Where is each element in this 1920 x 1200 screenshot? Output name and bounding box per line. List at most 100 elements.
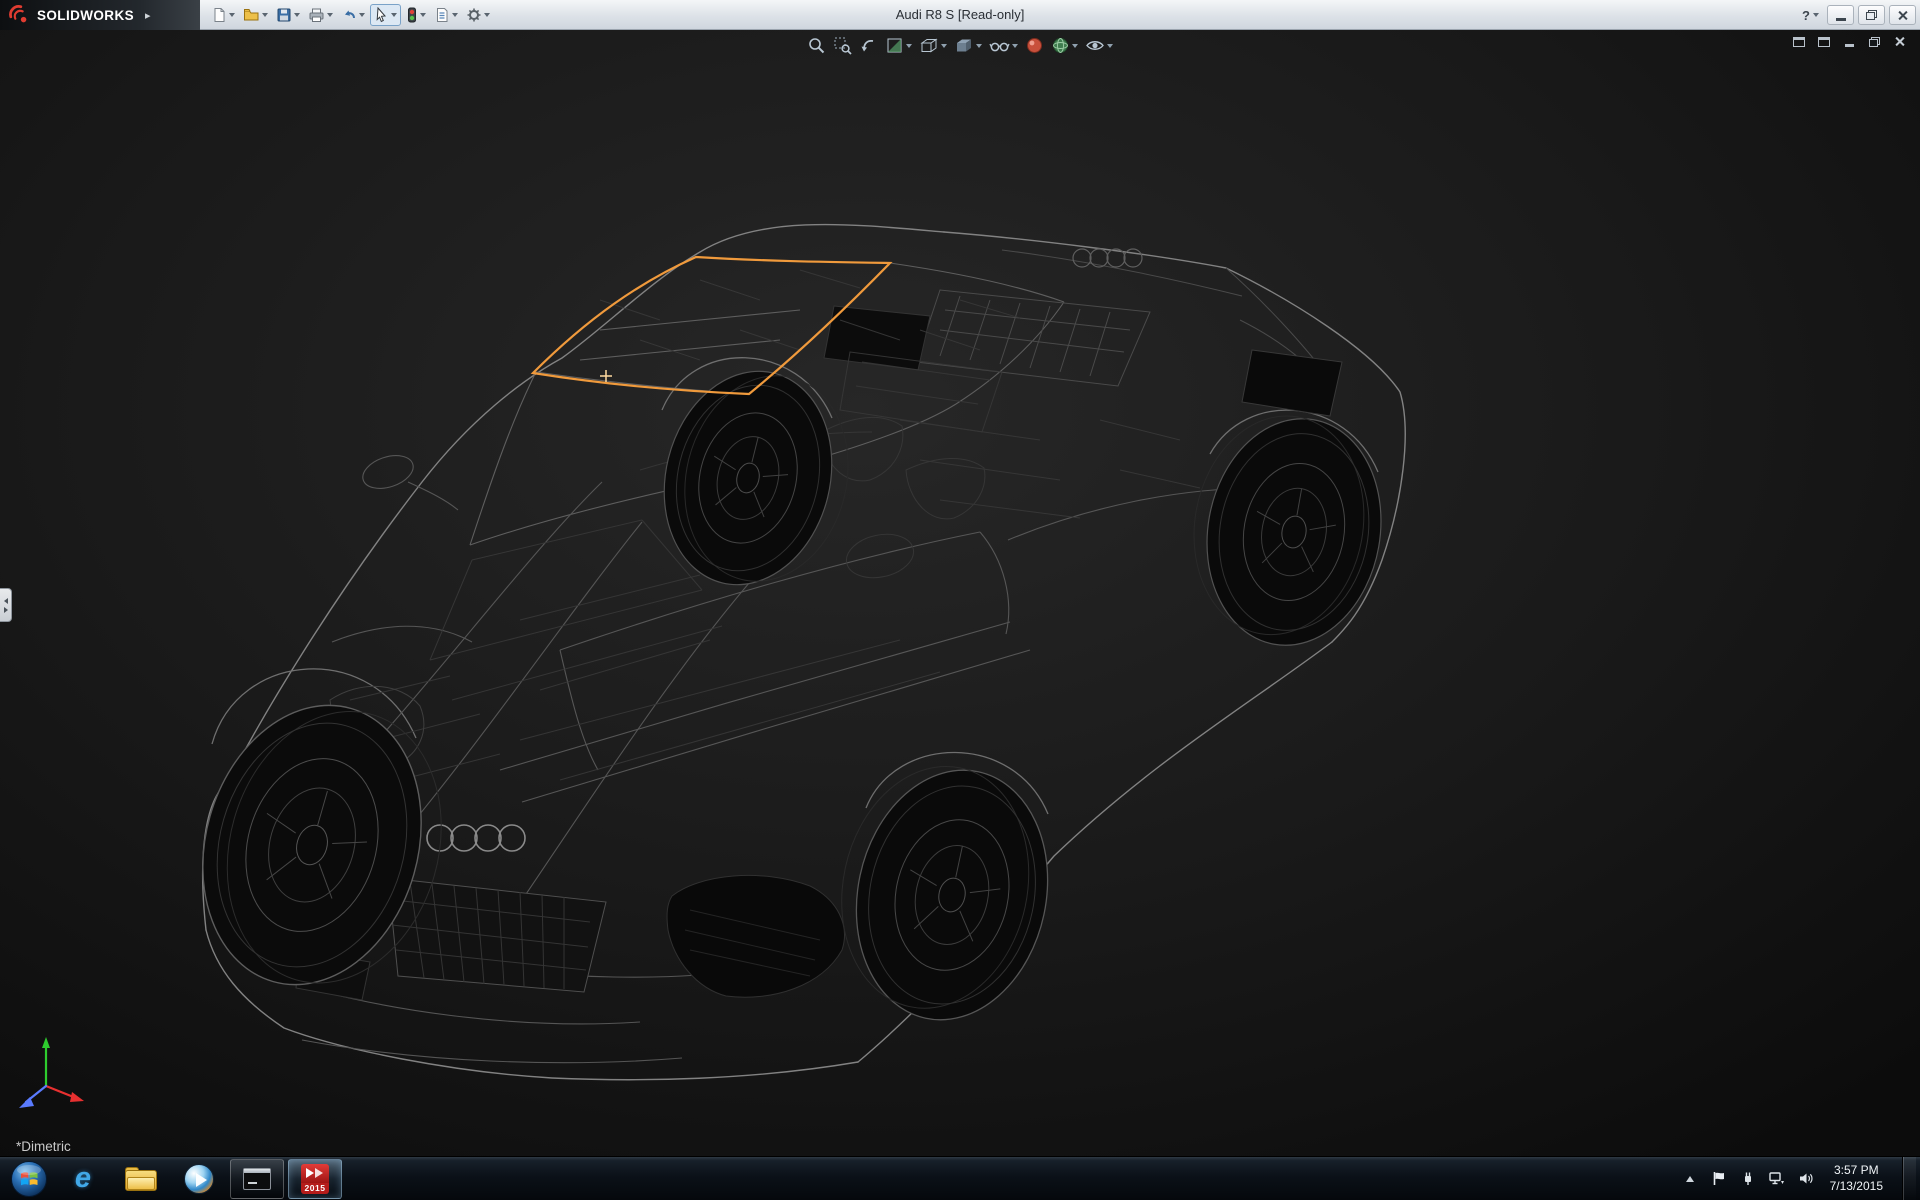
close-icon bbox=[1897, 10, 1908, 21]
pane-left-button[interactable] bbox=[1790, 34, 1808, 49]
chevron-down-icon[interactable] bbox=[420, 13, 426, 17]
chevron-down-icon[interactable] bbox=[359, 13, 365, 17]
doc-restore-button[interactable] bbox=[1865, 34, 1883, 49]
print-button[interactable] bbox=[305, 5, 336, 25]
windows-explorer-button[interactable] bbox=[114, 1159, 168, 1199]
reference-triad bbox=[12, 1028, 96, 1114]
zoom-to-fit-button[interactable] bbox=[806, 35, 827, 56]
chevron-down-icon[interactable] bbox=[327, 13, 333, 17]
network-button[interactable] bbox=[1768, 1170, 1786, 1188]
pane-icon bbox=[1793, 37, 1805, 47]
gear-icon bbox=[466, 7, 482, 23]
quick-access-toolbar bbox=[208, 0, 493, 30]
chevron-down-icon[interactable] bbox=[294, 13, 300, 17]
chevron-down-icon[interactable] bbox=[262, 13, 268, 17]
minimize-button[interactable] bbox=[1827, 5, 1854, 25]
solidworks-taskbar-button[interactable]: 2015 bbox=[288, 1159, 342, 1199]
options-button[interactable] bbox=[463, 5, 493, 25]
heads-up-view-toolbar bbox=[806, 35, 1114, 56]
close-button[interactable] bbox=[1889, 5, 1916, 25]
action-center-button[interactable] bbox=[1710, 1170, 1728, 1188]
chevron-down-icon[interactable] bbox=[976, 44, 982, 48]
pane-right-button[interactable] bbox=[1815, 34, 1833, 49]
minimize-icon bbox=[1845, 44, 1854, 47]
undo-button[interactable] bbox=[338, 5, 368, 25]
select-tool-button[interactable] bbox=[370, 4, 401, 26]
chevron-up-icon bbox=[1686, 1176, 1694, 1182]
view-settings-button[interactable] bbox=[1084, 35, 1114, 56]
open-folder-icon bbox=[243, 7, 260, 23]
zoom-to-area-icon bbox=[833, 36, 852, 55]
chevron-down-icon[interactable] bbox=[484, 13, 490, 17]
window-title: Audi R8 S [Read-only] bbox=[896, 0, 1025, 30]
rebuild-traffic-light-icon bbox=[406, 7, 418, 23]
edit-appearance-button[interactable] bbox=[1024, 35, 1045, 56]
section-view-icon bbox=[885, 36, 904, 55]
feature-manager-collapsed-tab[interactable] bbox=[0, 588, 12, 622]
chevron-down-icon bbox=[1813, 13, 1819, 17]
media-player-icon bbox=[184, 1164, 214, 1194]
help-glyph: ? bbox=[1802, 8, 1810, 23]
power-button[interactable] bbox=[1739, 1170, 1757, 1188]
clock-date: 7/13/2015 bbox=[1830, 1179, 1883, 1195]
view-orientation-button[interactable] bbox=[918, 35, 948, 56]
document-window-controls bbox=[1790, 34, 1908, 49]
windows-taskbar: e 2015 bbox=[0, 1156, 1920, 1200]
speaker-icon bbox=[1798, 1171, 1814, 1186]
doc-minimize-button[interactable] bbox=[1840, 34, 1858, 49]
save-button[interactable] bbox=[273, 5, 303, 25]
hide-show-items-button[interactable] bbox=[988, 35, 1019, 56]
chevron-down-icon[interactable] bbox=[1107, 44, 1113, 48]
file-properties-button[interactable] bbox=[431, 5, 461, 25]
restore-icon bbox=[1866, 10, 1877, 20]
print-icon bbox=[308, 7, 325, 23]
chevron-down-icon[interactable] bbox=[229, 13, 235, 17]
appearance-sphere-icon bbox=[1025, 36, 1044, 55]
chevron-down-icon[interactable] bbox=[1012, 44, 1018, 48]
select-cursor-icon bbox=[374, 7, 389, 23]
flag-icon bbox=[1712, 1171, 1726, 1186]
chevron-down-icon[interactable] bbox=[941, 44, 947, 48]
command-window-button[interactable] bbox=[230, 1159, 284, 1199]
rebuild-button[interactable] bbox=[403, 5, 429, 25]
new-file-button[interactable] bbox=[208, 5, 238, 25]
graphics-viewport[interactable]: *Dimetric bbox=[0, 30, 1920, 1156]
open-file-button[interactable] bbox=[240, 5, 271, 25]
volume-button[interactable] bbox=[1797, 1170, 1815, 1188]
view-settings-eye-icon bbox=[1085, 36, 1105, 55]
solidworks-brand: SOLIDWORKS ▸ bbox=[0, 0, 200, 30]
show-desktop-button[interactable] bbox=[1902, 1157, 1916, 1200]
apply-scene-button[interactable] bbox=[1050, 35, 1079, 56]
zoom-to-area-button[interactable] bbox=[832, 35, 853, 56]
glasses-icon bbox=[989, 36, 1010, 55]
network-icon bbox=[1769, 1171, 1785, 1186]
view-orientation-cube-icon bbox=[919, 36, 939, 55]
section-view-button[interactable] bbox=[884, 35, 913, 56]
brand-flyout-arrow-icon[interactable]: ▸ bbox=[145, 9, 151, 22]
previous-view-icon bbox=[859, 36, 878, 55]
chevron-down-icon[interactable] bbox=[391, 13, 397, 17]
zoom-to-fit-icon bbox=[807, 36, 826, 55]
restore-button[interactable] bbox=[1858, 5, 1885, 25]
hidden-icons-button[interactable] bbox=[1681, 1170, 1699, 1188]
media-player-button[interactable] bbox=[172, 1159, 226, 1199]
window-controls: ? bbox=[1798, 0, 1916, 30]
view-orientation-label: *Dimetric bbox=[16, 1139, 71, 1154]
car-wireframe-model bbox=[0, 30, 1920, 1156]
internet-explorer-button[interactable]: e bbox=[56, 1159, 110, 1199]
taskbar-clock[interactable]: 3:57 PM 7/13/2015 bbox=[1826, 1163, 1891, 1194]
chevron-down-icon[interactable] bbox=[906, 44, 912, 48]
chevron-down-icon[interactable] bbox=[452, 13, 458, 17]
help-button[interactable]: ? bbox=[1798, 8, 1823, 23]
folder-icon bbox=[125, 1167, 157, 1191]
start-button[interactable] bbox=[8, 1158, 50, 1200]
solidworks-logo-icon bbox=[8, 4, 30, 26]
system-tray: 3:57 PM 7/13/2015 bbox=[1681, 1157, 1920, 1200]
doc-close-button[interactable] bbox=[1890, 34, 1908, 49]
scene-globe-icon bbox=[1051, 36, 1070, 55]
previous-view-button[interactable] bbox=[858, 35, 879, 56]
internet-explorer-icon: e bbox=[75, 1164, 91, 1193]
taskbar-buttons: e 2015 bbox=[56, 1157, 342, 1200]
chevron-down-icon[interactable] bbox=[1072, 44, 1078, 48]
display-style-button[interactable] bbox=[953, 35, 983, 56]
